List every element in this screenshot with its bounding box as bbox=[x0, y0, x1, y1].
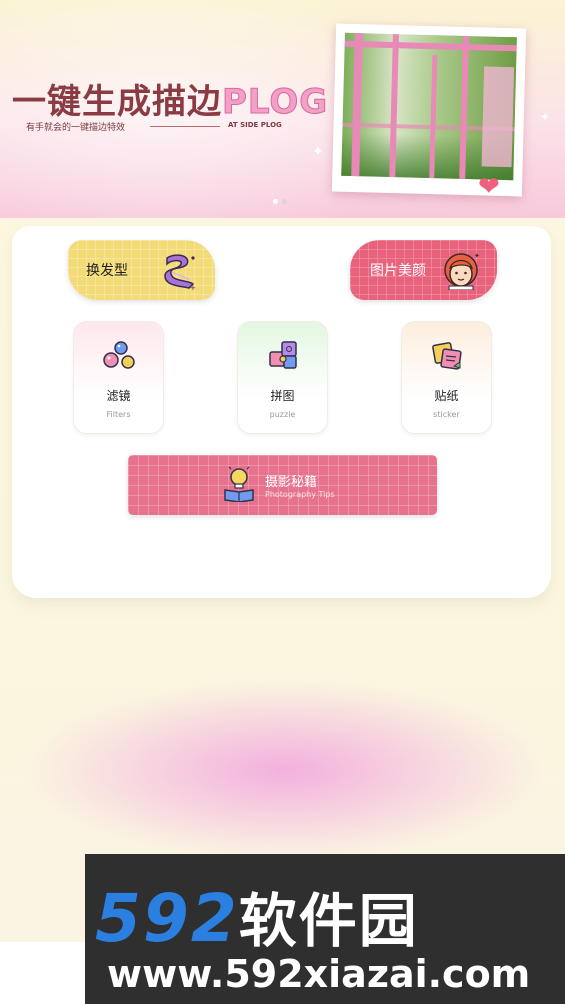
tile-sticker[interactable]: 贴纸 sticker bbox=[401, 321, 492, 434]
banner-subtitle: 有手就会的一键描边特效 bbox=[26, 123, 126, 133]
banner-divider bbox=[150, 126, 220, 127]
banner-subtitle-en: AT SIDE PLOG bbox=[228, 121, 282, 129]
tips-label: 摄影秘籍 bbox=[265, 475, 318, 490]
tile-puzzle[interactable]: 拼图 puzzle bbox=[237, 321, 328, 434]
watermark-brand-num: 592 bbox=[95, 880, 239, 957]
banner-photo bbox=[331, 23, 527, 197]
hair-style-label: 换发型 bbox=[86, 263, 128, 279]
lightbulb-book-icon bbox=[224, 466, 254, 502]
banner-title-accent: PLOG bbox=[221, 82, 329, 123]
bubbles-icon bbox=[102, 341, 135, 369]
sparkle-icon: ✦ bbox=[312, 144, 324, 160]
train-interior-image bbox=[341, 32, 517, 181]
carousel-dot[interactable] bbox=[282, 199, 287, 204]
tips-sub: Photography Tips bbox=[265, 490, 335, 499]
svg-text:+: + bbox=[190, 284, 196, 290]
sparkle-icon: ✦ bbox=[540, 110, 551, 124]
watermark-brand: 592软件园 bbox=[95, 874, 419, 958]
purple-hair-swirl-icon: + bbox=[164, 254, 196, 290]
tile-puzzle-sub: puzzle bbox=[269, 410, 296, 419]
watermark-brand-cn: 软件园 bbox=[238, 887, 419, 955]
tile-puzzle-label: 拼图 bbox=[270, 389, 295, 403]
banner-title-main: 一键生成描边 bbox=[12, 82, 222, 122]
tile-filters-label: 滤镜 bbox=[106, 389, 131, 403]
bottom-strip bbox=[0, 942, 85, 1004]
watermark-url: www.592xiazai.com bbox=[107, 952, 531, 996]
svg-text:✦: ✦ bbox=[474, 252, 480, 260]
puzzle-icon bbox=[268, 341, 297, 369]
tile-filters-sub: Filters bbox=[106, 410, 131, 419]
banner-title: 一键生成描边PLOG bbox=[12, 74, 328, 123]
banner-carousel[interactable]: 一键生成描边PLOG 有手就会的一键描边特效 AT SIDE PLOG ✦ ✦ … bbox=[0, 0, 565, 218]
photo-beauty-button[interactable]: 图片美颜 ✦ bbox=[350, 240, 497, 300]
photography-tips-button[interactable]: 摄影秘籍 Photography Tips bbox=[128, 455, 437, 515]
girl-face-icon: ✦ bbox=[444, 252, 480, 290]
tile-sticker-label: 贴纸 bbox=[434, 389, 459, 403]
carousel-dot[interactable] bbox=[273, 199, 278, 204]
sticker-icon bbox=[431, 342, 462, 370]
tile-sticker-sub: sticker bbox=[433, 410, 460, 419]
hearts-icon: ❤ bbox=[478, 172, 500, 202]
watermark: 592软件园 www.592xiazai.com bbox=[85, 854, 565, 1004]
feature-card: 换发型 + 图片美颜 ✦ 滤镜 Filters 拼图 puzzle 贴纸 sti… bbox=[12, 226, 551, 598]
photo-beauty-label: 图片美颜 bbox=[370, 263, 426, 279]
tile-filters[interactable]: 滤镜 Filters bbox=[73, 321, 164, 434]
carousel-indicator bbox=[273, 199, 287, 204]
hair-style-button[interactable]: 换发型 + bbox=[68, 240, 215, 300]
